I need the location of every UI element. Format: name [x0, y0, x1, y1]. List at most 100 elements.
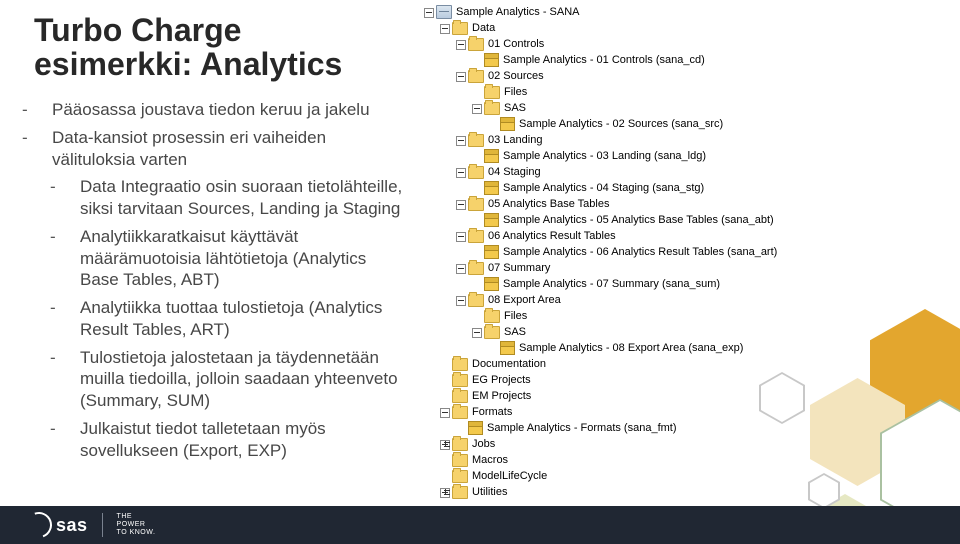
folder-icon: [484, 102, 500, 115]
tree-label: Documentation: [472, 356, 546, 372]
folder-icon: [468, 198, 484, 211]
tree-label: 02 Sources: [488, 68, 544, 84]
tree-node[interactable]: EG Projects: [420, 372, 950, 388]
tree-node[interactable]: Files: [420, 84, 950, 100]
collapse-icon[interactable]: [452, 36, 468, 52]
package-icon: [484, 277, 499, 291]
tree-node[interactable]: SAS: [420, 324, 950, 340]
server-icon: [436, 5, 452, 19]
tree-node[interactable]: 05 Analytics Base Tables: [420, 196, 950, 212]
tree-node-library[interactable]: Sample Analytics - 02 Sources (sana_src): [420, 116, 950, 132]
title-line-2: esimerkki: Analytics: [34, 46, 342, 82]
package-icon: [484, 181, 499, 195]
tree-label: 04 Staging: [488, 164, 541, 180]
tree-node-library[interactable]: Sample Analytics - Formats (sana_fmt): [420, 420, 950, 436]
expand-icon[interactable]: [436, 436, 452, 452]
tree-label: Files: [504, 308, 527, 324]
tree-label: Sample Analytics - 06 Analytics Result T…: [503, 244, 777, 260]
tree-node-library[interactable]: Sample Analytics - 04 Staging (sana_stg): [420, 180, 950, 196]
tree-node[interactable]: Files: [420, 308, 950, 324]
folder-icon: [452, 374, 468, 387]
collapse-icon[interactable]: [436, 20, 452, 36]
tree-node[interactable]: ModelLifeCycle: [420, 468, 950, 484]
sub-bullet: Data Integraatio osin suoraan tietolähte…: [34, 176, 404, 220]
folder-icon: [452, 22, 468, 35]
package-icon: [484, 213, 499, 227]
tree-node[interactable]: Macros: [420, 452, 950, 468]
folder-icon: [452, 406, 468, 419]
slide-title: Turbo Charge esimerkki: Analytics: [34, 14, 404, 81]
package-icon: [500, 117, 515, 131]
folder-icon: [468, 38, 484, 51]
tree-node-library[interactable]: Sample Analytics - 06 Analytics Result T…: [420, 244, 950, 260]
tree-node[interactable]: SAS: [420, 100, 950, 116]
package-icon: [484, 53, 499, 67]
tree-node[interactable]: 04 Staging: [420, 164, 950, 180]
tree-label: Sample Analytics - 02 Sources (sana_src): [519, 116, 723, 132]
collapse-icon[interactable]: [468, 100, 484, 116]
tree-label: Utilities: [472, 484, 507, 500]
tree-node-library[interactable]: Sample Analytics - 01 Controls (sana_cd): [420, 52, 950, 68]
folder-icon: [452, 454, 468, 467]
collapse-icon[interactable]: [420, 4, 436, 20]
collapse-icon[interactable]: [452, 196, 468, 212]
sas-logo: sas: [26, 512, 88, 538]
tree-node[interactable]: 08 Export Area: [420, 292, 950, 308]
tree-node-root[interactable]: Sample Analytics - SANA: [420, 4, 950, 20]
bullet-list: Pääosassa joustava tiedon keruu ja jakel…: [34, 99, 404, 461]
tree-node-library[interactable]: Sample Analytics - 03 Landing (sana_ldg): [420, 148, 950, 164]
folder-icon: [484, 86, 500, 99]
collapse-icon[interactable]: [452, 164, 468, 180]
collapse-icon[interactable]: [468, 324, 484, 340]
sub-bullet: Analytiikkaratkaisut käyttävät määrämuot…: [34, 226, 404, 291]
collapse-icon[interactable]: [452, 68, 468, 84]
tag-line: THE: [117, 513, 156, 521]
tree-node[interactable]: Jobs: [420, 436, 950, 452]
collapse-icon[interactable]: [452, 260, 468, 276]
bullet: Data-kansiot prosessin eri vaiheiden väl…: [34, 127, 404, 171]
package-icon: [500, 341, 515, 355]
package-icon: [484, 149, 499, 163]
folder-icon: [468, 294, 484, 307]
sub-bullet: Julkaistut tiedot talletetaan myös sovel…: [34, 418, 404, 462]
tag-line: TO KNOW.: [117, 529, 156, 537]
sub-bullet: Analytiikka tuottaa tulostietoja (Analyt…: [34, 297, 404, 341]
tree-label: SAS: [504, 100, 526, 116]
tree-label: EM Projects: [472, 388, 531, 404]
tree-node[interactable]: Formats: [420, 404, 950, 420]
tree-label: 07 Summary: [488, 260, 550, 276]
collapse-icon[interactable]: [452, 228, 468, 244]
collapse-icon[interactable]: [452, 132, 468, 148]
tree-label: Files: [504, 84, 527, 100]
folder-icon: [452, 438, 468, 451]
tree-node[interactable]: Utilities: [420, 484, 950, 500]
sas-swoosh-icon: [22, 508, 57, 543]
tree-node-library[interactable]: Sample Analytics - 05 Analytics Base Tab…: [420, 212, 950, 228]
package-icon: [484, 245, 499, 259]
folder-icon: [484, 326, 500, 339]
brand-tagline: THE POWER TO KNOW.: [102, 513, 156, 537]
tree-label: 08 Export Area: [488, 292, 561, 308]
tree-label: Sample Analytics - 05 Analytics Base Tab…: [503, 212, 774, 228]
folder-icon: [452, 486, 468, 499]
collapse-icon[interactable]: [452, 292, 468, 308]
tree-node[interactable]: 07 Summary: [420, 260, 950, 276]
tree-node[interactable]: 03 Landing: [420, 132, 950, 148]
expand-icon[interactable]: [436, 484, 452, 500]
tree-node[interactable]: 06 Analytics Result Tables: [420, 228, 950, 244]
footer-bar: sas THE POWER TO KNOW.: [0, 506, 960, 544]
tree-node-library[interactable]: Sample Analytics - 07 Summary (sana_sum): [420, 276, 950, 292]
tree-label: ModelLifeCycle: [472, 468, 547, 484]
tree-node[interactable]: 02 Sources: [420, 68, 950, 84]
tree-node[interactable]: Documentation: [420, 356, 950, 372]
tree-node[interactable]: EM Projects: [420, 388, 950, 404]
folder-icon: [468, 134, 484, 147]
tree-label: 05 Analytics Base Tables: [488, 196, 609, 212]
tree-node-library[interactable]: Sample Analytics - 08 Export Area (sana_…: [420, 340, 950, 356]
collapse-icon[interactable]: [436, 404, 452, 420]
tree-node[interactable]: 01 Controls: [420, 36, 950, 52]
tree-label: Sample Analytics - 07 Summary (sana_sum): [503, 276, 720, 292]
tree-node-data[interactable]: Data: [420, 20, 950, 36]
tree-label: 06 Analytics Result Tables: [488, 228, 616, 244]
bullet: Pääosassa joustava tiedon keruu ja jakel…: [34, 99, 404, 121]
